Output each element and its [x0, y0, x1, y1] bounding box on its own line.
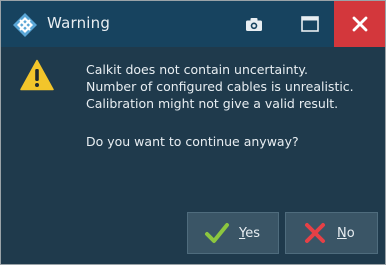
window-title: Warning [47, 14, 111, 32]
camera-icon [246, 17, 262, 31]
title-bar: Warning [1, 1, 385, 47]
no-mnemonic: N [337, 225, 347, 241]
yes-label: Yes [239, 226, 260, 241]
no-label: No [337, 226, 355, 241]
yes-button[interactable]: Yes [187, 212, 279, 254]
message-line: Number of configured cables is unrealist… [86, 79, 354, 95]
maximize-button[interactable] [290, 1, 330, 47]
close-icon [352, 16, 367, 32]
warning-triangle-icon [20, 59, 54, 91]
message-line: Calibration might not give a valid resul… [86, 96, 339, 112]
close-button[interactable] [334, 1, 385, 47]
confirm-question: Do you want to continue anyway? [86, 133, 299, 149]
message-line: Calkit does not contain uncertainty. [86, 62, 309, 77]
rohde-schwarz-diamond-icon [13, 13, 37, 37]
x-icon [305, 223, 325, 243]
yes-label-rest: es [245, 225, 260, 241]
screenshot-button[interactable] [237, 1, 271, 47]
no-label-rest: o [346, 225, 355, 241]
message-text: Calkit does not contain uncertainty. Num… [86, 61, 354, 150]
no-button[interactable]: No [285, 212, 378, 254]
maximize-icon [301, 16, 319, 32]
dialog-content: Calkit does not contain uncertainty. Num… [1, 47, 385, 264]
check-icon [205, 223, 229, 243]
warning-dialog: Warning Calkit does not contain uncertai… [0, 0, 386, 265]
